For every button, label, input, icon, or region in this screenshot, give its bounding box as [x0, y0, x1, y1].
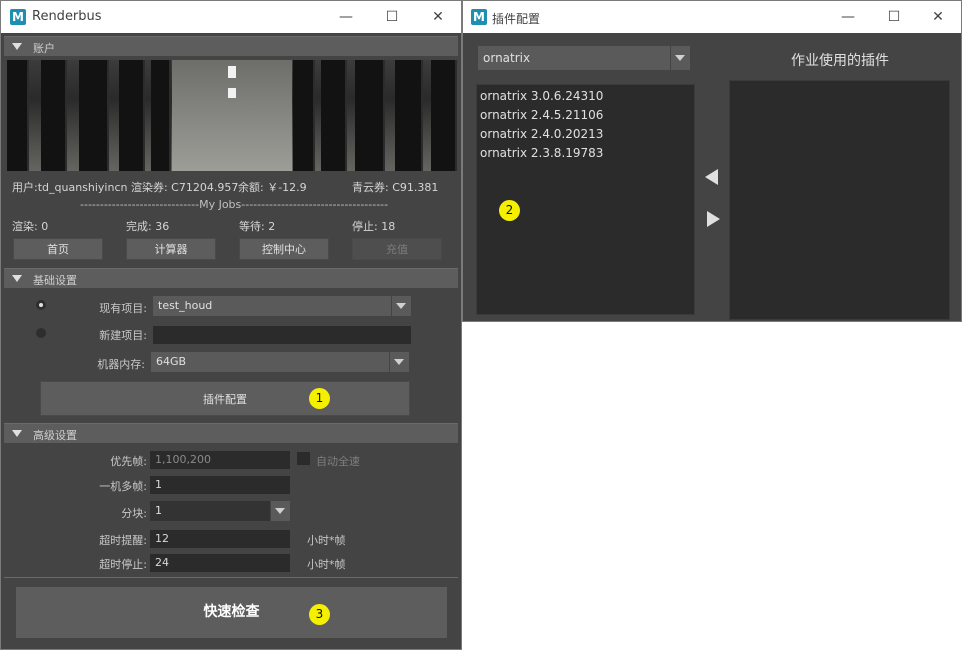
stat-rendering: 渲染: 0 [12, 220, 49, 233]
user-info: 用户:td_quanshiyincn 渲染券: C71204.957 [12, 181, 239, 194]
section-basic-label: 基础设置 [33, 274, 77, 287]
split-value: 1 [155, 504, 162, 517]
section-advanced-header[interactable]: 高级设置 [4, 423, 458, 443]
section-account-label: 账户 [33, 42, 55, 55]
used-plugins-list[interactable] [729, 80, 950, 320]
close-button[interactable]: ✕ [415, 1, 461, 33]
plugin-item[interactable]: ornatrix 3.0.6.24310 [480, 89, 603, 103]
auto-full-speed-checkbox[interactable] [297, 452, 310, 465]
split-select[interactable]: 1 [150, 501, 290, 521]
qingyun-info: 青云券: C91.381 [352, 181, 439, 194]
plugin-type-value: ornatrix [483, 51, 531, 65]
existing-project-value: test_houd [158, 299, 213, 312]
window-title: 插件配置 [492, 12, 541, 26]
multi-frame-input[interactable]: 1 [150, 476, 290, 494]
plugin-config-window: M 插件配置 — ☐ ✕ ornatrix 作业使用的插件 ornatrix 3… [462, 0, 962, 322]
memory-label: 机器内存: [97, 358, 145, 371]
stat-done: 完成: 36 [126, 220, 170, 233]
maximize-button[interactable]: ☐ [871, 1, 917, 33]
move-left-icon[interactable] [705, 169, 718, 185]
plugin-type-select[interactable]: ornatrix [478, 46, 690, 70]
section-basic-header[interactable]: 基础设置 [4, 268, 458, 288]
chevron-down-icon [394, 359, 404, 365]
minimize-button[interactable]: — [323, 1, 369, 33]
renderbus-window: M Renderbus — ☐ ✕ 账户 用户:td_quanshiyincn … [0, 0, 462, 650]
stat-stopped: 停止: 18 [352, 220, 396, 233]
section-account-header[interactable]: 账户 [4, 36, 458, 56]
plugin-item[interactable]: ornatrix 2.3.8.19783 [480, 146, 603, 160]
move-right-icon[interactable] [707, 211, 720, 227]
maya-app-icon: M [10, 9, 26, 25]
stat-waiting: 等待: 2 [239, 220, 276, 233]
title-bar[interactable]: M Renderbus — ☐ ✕ [1, 1, 461, 33]
annotation-badge-1: 1 [309, 388, 330, 409]
minimize-button[interactable]: — [825, 1, 871, 33]
server-room-banner [7, 60, 457, 171]
my-jobs-separator: ------------------------------My Jobs---… [80, 198, 389, 211]
chevron-down-icon [675, 55, 685, 61]
new-project-radio[interactable] [36, 328, 46, 338]
priority-frames-label: 优先帧: [110, 455, 147, 468]
chevron-down-icon [275, 508, 285, 514]
maya-app-icon: M [471, 9, 487, 25]
new-project-input[interactable] [153, 326, 411, 344]
window-title: Renderbus [32, 9, 102, 24]
section-advanced-label: 高级设置 [33, 429, 77, 442]
multi-frame-label: 一机多帧: [99, 480, 147, 493]
existing-project-select[interactable]: test_houd [153, 296, 411, 316]
new-project-label: 新建项目: [99, 329, 147, 342]
used-plugins-title: 作业使用的插件 [791, 53, 889, 69]
auto-full-speed-label: 自动全速 [316, 455, 360, 468]
timeout-remind-label: 超时提醒: [99, 534, 147, 547]
divider [4, 577, 458, 578]
collapse-triangle-icon [12, 43, 22, 50]
timeout-remind-unit: 小时*帧 [307, 534, 346, 547]
timeout-stop-label: 超时停止: [99, 558, 147, 571]
close-button[interactable]: ✕ [915, 1, 961, 33]
title-bar[interactable]: M 插件配置 — ☐ ✕ [463, 1, 961, 33]
maximize-button[interactable]: ☐ [369, 1, 415, 33]
split-label: 分块: [121, 507, 147, 520]
priority-frames-input[interactable]: 1,100,200 [150, 451, 290, 469]
timeout-remind-input[interactable]: 12 [150, 530, 290, 548]
plugin-item[interactable]: ornatrix 2.4.0.20213 [480, 127, 603, 141]
existing-project-radio[interactable] [36, 300, 46, 310]
timeout-stop-unit: 小时*帧 [307, 558, 346, 571]
recharge-button[interactable]: 充值 [352, 238, 442, 260]
plugin-config-button[interactable]: 插件配置 [40, 381, 410, 416]
chevron-down-icon [396, 303, 406, 309]
annotation-badge-3: 3 [309, 604, 330, 625]
memory-select[interactable]: 64GB [151, 352, 409, 372]
existing-project-label: 现有项目: [99, 302, 147, 315]
home-button[interactable]: 首页 [13, 238, 103, 260]
quick-check-button[interactable]: 快速检查 [16, 587, 447, 638]
timeout-stop-input[interactable]: 24 [150, 554, 290, 572]
collapse-triangle-icon [12, 275, 22, 282]
control-center-button[interactable]: 控制中心 [239, 238, 329, 260]
balance-info: 余额: ￥-12.9 [238, 181, 307, 194]
plugin-item[interactable]: ornatrix 2.4.5.21106 [480, 108, 603, 122]
annotation-badge-2: 2 [499, 200, 520, 221]
memory-value: 64GB [156, 355, 187, 368]
calculator-button[interactable]: 计算器 [126, 238, 216, 260]
collapse-triangle-icon [12, 430, 22, 437]
